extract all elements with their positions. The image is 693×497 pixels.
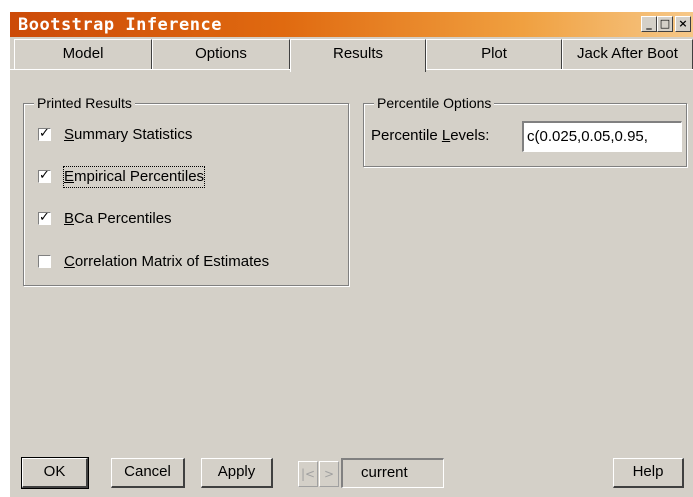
empirical-percentiles-label: Empirical Percentiles [62, 166, 206, 188]
percentile-levels-label: Percentile Levels: [371, 127, 490, 144]
next-arrow-icon: > [323, 467, 335, 481]
printed-results-group: Printed Results ✓ Summary Statistics ✓ E… [23, 94, 349, 286]
help-button-label: Help [632, 463, 664, 480]
minimize-icon: _ [646, 17, 652, 30]
correlation-matrix-label: Correlation Matrix of Estimates [64, 253, 270, 270]
percentile-options-title: Percentile Options [374, 94, 495, 112]
current-record-display: current [341, 458, 444, 488]
correlation-matrix-checkbox[interactable] [38, 255, 51, 268]
apply-button-label: Apply [217, 463, 256, 480]
ok-button[interactable]: OK [21, 457, 89, 489]
printed-results-title: Printed Results [34, 94, 135, 112]
tab-model[interactable]: Model [14, 39, 152, 69]
tab-results[interactable]: Results [290, 39, 426, 72]
bca-percentiles-label: BCa Percentiles [64, 210, 172, 227]
window-title: Bootstrap Inference [18, 15, 222, 35]
tab-jack-after-boot-label: Jack After Boot [577, 45, 678, 62]
tab-results-label: Results [332, 45, 384, 62]
maximize-button[interactable]: □ [657, 16, 673, 32]
summary-statistics-checkbox[interactable]: ✓ [38, 127, 51, 141]
minimize-button[interactable]: _ [641, 16, 657, 32]
skip-back-icon: |< [300, 467, 316, 481]
tab-options-label: Options [195, 45, 247, 62]
tab-plot[interactable]: Plot [426, 39, 562, 69]
summary-statistics-label: Summary Statistics [64, 126, 193, 143]
close-button[interactable]: × [675, 16, 691, 32]
close-icon: × [678, 17, 688, 30]
tab-model-label: Model [62, 45, 104, 62]
first-record-button[interactable]: |< [298, 461, 318, 487]
percentile-options-group: Percentile Options Percentile Levels: c(… [363, 94, 687, 167]
help-button[interactable]: Help [613, 458, 684, 488]
next-record-button[interactable]: > [319, 461, 339, 487]
tab-strip: Model Options Results Plot Jack After Bo… [10, 39, 693, 72]
cancel-button-label: Cancel [124, 463, 171, 480]
tab-options[interactable]: Options [152, 39, 290, 69]
bca-percentiles-checkbox[interactable]: ✓ [38, 211, 51, 225]
tab-plot-label: Plot [481, 45, 507, 62]
title-bar[interactable]: Bootstrap Inference _ □ × [10, 12, 693, 37]
maximize-icon: □ [659, 17, 671, 30]
percentile-levels-input[interactable]: c(0.025,0.05,0.95, [522, 121, 682, 152]
tab-jack-after-boot[interactable]: Jack After Boot [562, 39, 693, 69]
empirical-percentiles-checkbox[interactable]: ✓ [38, 169, 51, 183]
bootstrap-inference-dialog: Bootstrap Inference _ □ × Model Options … [10, 12, 693, 497]
cancel-button[interactable]: Cancel [111, 458, 185, 488]
apply-button[interactable]: Apply [201, 458, 273, 488]
ok-button-label: OK [43, 463, 66, 480]
